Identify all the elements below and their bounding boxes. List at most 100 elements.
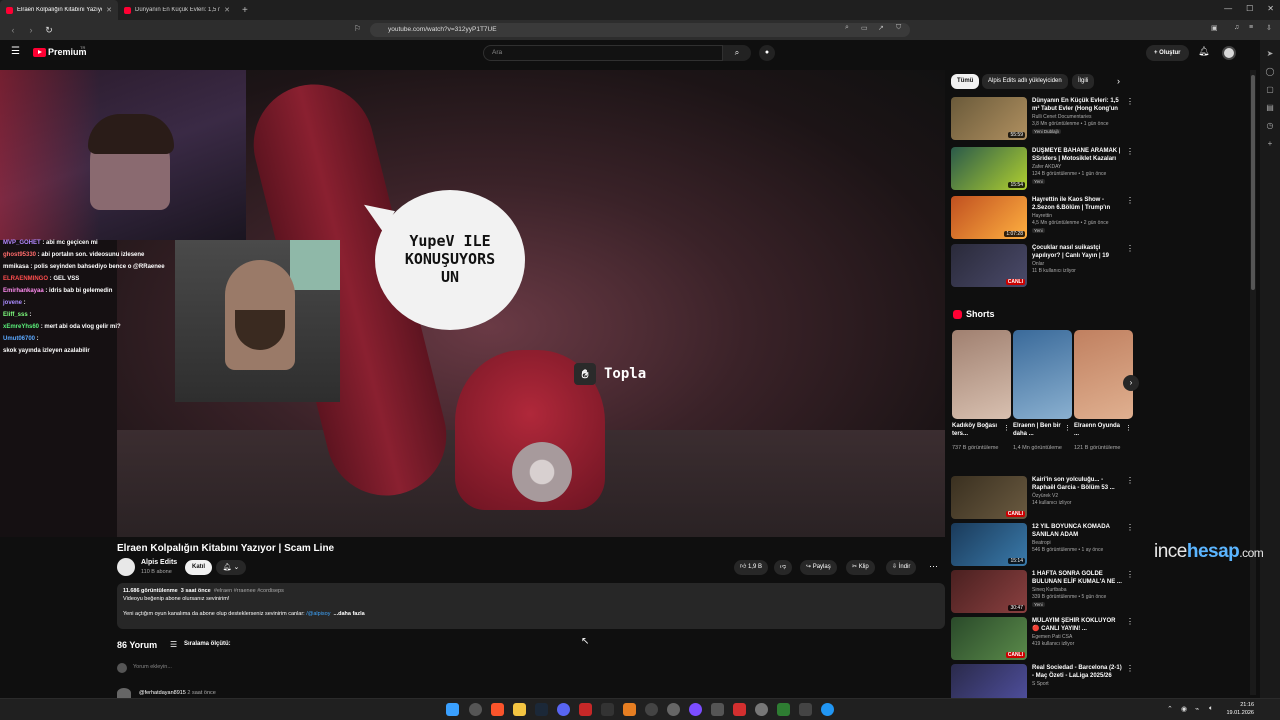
- more-options-icon[interactable]: ⋮: [1126, 664, 1134, 673]
- video-title[interactable]: Kairi'in son yolculuğu... - Raphaël Garc…: [1032, 476, 1122, 492]
- sort-icon[interactable]: ☰: [170, 640, 177, 649]
- more-options-icon[interactable]: ⋮: [1126, 244, 1134, 253]
- search-button[interactable]: ⌕: [723, 45, 751, 61]
- brave-browser-icon[interactable]: [491, 703, 504, 716]
- channel-name[interactable]: Alpis Edits: [141, 559, 177, 566]
- app-icon[interactable]: [821, 703, 834, 716]
- recommended-video[interactable]: 1:07:28 Hayrettin ile Kaos Show - 2.Sezon…: [951, 196, 1137, 240]
- new-tab-button[interactable]: +: [242, 5, 248, 16]
- bookmark-icon[interactable]: ⚐: [354, 24, 361, 33]
- close-tab-icon[interactable]: ✕: [224, 6, 230, 14]
- sidebar-wallet-icon[interactable]: ▢: [1260, 85, 1280, 94]
- more-options-icon[interactable]: ⋮: [1126, 147, 1134, 156]
- comment-author[interactable]: @ferhatdayan8915 2 saat önce: [139, 690, 216, 696]
- taskbar-search-icon[interactable]: [469, 703, 482, 716]
- notifications-bell-icon[interactable]: 🔔︎: [1198, 46, 1209, 57]
- sidebar-chat-icon[interactable]: ◯: [1260, 67, 1280, 76]
- video-title[interactable]: Real Sociedad - Barcelona (2-1) - Maç Öz…: [1032, 664, 1122, 680]
- short-title[interactable]: Kadıköy Boğası ters...: [952, 422, 1002, 438]
- video-title[interactable]: Hayrettin ile Kaos Show - 2.Sezon 6.Bölü…: [1032, 196, 1122, 212]
- more-options-icon[interactable]: ⋮: [1125, 424, 1132, 432]
- shorts-next-icon[interactable]: ›: [1123, 375, 1139, 391]
- zoom-icon[interactable]: ⌕: [845, 24, 849, 32]
- settings-icon[interactable]: [755, 703, 768, 716]
- account-avatar[interactable]: [1222, 46, 1236, 60]
- video-player[interactable]: YupeV ILEKONUŞUYORSUN ✋︎ Topla alpisedit…: [0, 70, 945, 537]
- shield-icon[interactable]: ⛉: [896, 24, 901, 32]
- file-explorer-icon[interactable]: [513, 703, 526, 716]
- video-thumbnail[interactable]: 15:54: [951, 147, 1027, 190]
- recommended-video[interactable]: 15:54 DÜŞMEYE BAHANE ARAMAK | SSriders | …: [951, 147, 1137, 191]
- share-icon[interactable]: ↗: [878, 24, 884, 32]
- back-icon[interactable]: ‹: [8, 25, 18, 35]
- filter-chip[interactable]: Tümü: [951, 74, 980, 89]
- download-button[interactable]: ⇩ İndir: [886, 560, 917, 575]
- video-thumbnail[interactable]: 55:59: [951, 97, 1027, 140]
- description-box[interactable]: 11.686 görüntülenme 3 saat önce #elraen …: [117, 583, 945, 629]
- comment-avatar[interactable]: [117, 688, 131, 698]
- browser-tab-active[interactable]: Elraen Kolpalığın Kitabını Yazıyor ✕: [0, 0, 118, 20]
- screenshot-icon[interactable]: ▭: [861, 24, 868, 32]
- chips-next-icon[interactable]: ›: [1117, 76, 1120, 86]
- more-options-icon[interactable]: ⋮: [1126, 617, 1134, 626]
- channel-name[interactable]: Rulli Cenet Documentaries: [1032, 114, 1091, 120]
- url-field[interactable]: youtube.com/watch?v=312yyP1T7UE: [370, 23, 910, 37]
- more-options-icon[interactable]: ⋮: [1126, 570, 1134, 579]
- download-icon[interactable]: ⇩: [1266, 24, 1272, 32]
- clip-button[interactable]: ✂ Klip: [846, 560, 875, 575]
- recommended-video[interactable]: CANLI MÜLAYİM ŞEHİR KOKLUYOR 🔴 CANLI YAYI…: [951, 617, 1137, 661]
- filter-chip[interactable]: Alpis Edits adlı yükleyiciden: [982, 74, 1068, 89]
- channel-name[interactable]: Sineq Kurtbaba: [1032, 587, 1066, 593]
- app-icon[interactable]: [799, 703, 812, 716]
- sidebar-history-icon[interactable]: ◷: [1260, 121, 1280, 130]
- forward-icon[interactable]: ›: [26, 25, 36, 35]
- short-thumbnail[interactable]: [1013, 330, 1072, 419]
- maximize-icon[interactable]: ☐: [1246, 4, 1253, 13]
- channel-name[interactable]: Zafer AKDAY: [1032, 164, 1061, 170]
- video-title[interactable]: DÜŞMEYE BAHANE ARAMAK | SSriders | Motos…: [1032, 147, 1122, 163]
- video-title[interactable]: Çocuklar nasıl suikastçi yapılıyor? | Ca…: [1032, 244, 1122, 260]
- steam-icon[interactable]: [535, 703, 548, 716]
- show-more-link[interactable]: ...daha fazla: [334, 611, 365, 617]
- app-icon[interactable]: [667, 703, 680, 716]
- hashtags[interactable]: #elraen #rraenee #cordiseps: [214, 588, 284, 594]
- video-title[interactable]: Dünyanın En Küçük Evleri: 1,5 m² Tabut E…: [1032, 97, 1122, 113]
- app-icon[interactable]: [711, 703, 724, 716]
- short-thumbnail[interactable]: [952, 330, 1011, 419]
- channel-name[interactable]: Özyürek V2: [1032, 493, 1058, 499]
- more-options-icon[interactable]: ⋮: [1126, 97, 1134, 106]
- channel-name[interactable]: Egemen Pati CSA: [1032, 634, 1072, 640]
- voice-search-button[interactable]: ●: [759, 45, 775, 61]
- hamburger-menu-icon[interactable]: ☰: [11, 46, 20, 57]
- scrollbar-thumb[interactable]: [1251, 75, 1255, 290]
- recommended-video[interactable]: CANLI Çocuklar nasıl suikastçi yapılıyor?…: [951, 244, 1137, 288]
- video-thumbnail[interactable]: 1:07:28: [951, 196, 1027, 239]
- tray-app-icon[interactable]: ◉: [1181, 705, 1187, 713]
- search-input[interactable]: Ara: [483, 45, 723, 61]
- video-thumbnail[interactable]: 30:47: [951, 570, 1027, 613]
- sort-button[interactable]: Sıralama ölçütü:: [184, 641, 231, 647]
- video-thumbnail[interactable]: 15:14: [951, 523, 1027, 566]
- filter-chip[interactable]: İlgili: [1072, 74, 1095, 89]
- network-icon[interactable]: ⌁: [1195, 705, 1199, 713]
- close-window-icon[interactable]: ✕: [1267, 4, 1274, 13]
- system-clock[interactable]: 21:16 19.01.2026: [1224, 701, 1254, 717]
- app-icon[interactable]: [733, 703, 746, 716]
- share-button[interactable]: ↪ Paylaş: [800, 560, 837, 575]
- app-icon[interactable]: [601, 703, 614, 716]
- create-button[interactable]: + Oluştur: [1146, 45, 1189, 61]
- join-button[interactable]: Katıl: [185, 560, 212, 575]
- recommended-video[interactable]: 15:14 12 YIL BOYUNCA KOMADA SANILAN ADAM B…: [951, 523, 1137, 567]
- extension-icon[interactable]: ▣: [1211, 24, 1218, 32]
- excel-icon[interactable]: [777, 703, 790, 716]
- channel-link[interactable]: /@alpisoy: [306, 611, 330, 617]
- short-title[interactable]: Elraenn Oyunda ...: [1074, 422, 1124, 438]
- like-button[interactable]: 👍︎ 1,9 B: [734, 560, 768, 575]
- browser-tab[interactable]: Dünyanın En Küçük Evleri: 1,5 m² Tab ✕: [118, 0, 236, 20]
- more-actions-icon[interactable]: ⋯: [929, 561, 938, 572]
- more-options-icon[interactable]: ⋮: [1064, 424, 1071, 432]
- recommended-video[interactable]: 30:47 1 HAFTA SONRA GÖLDE BULUNAN ELİF KU…: [951, 570, 1137, 614]
- minimize-icon[interactable]: —: [1224, 4, 1232, 13]
- close-tab-icon[interactable]: ✕: [106, 6, 112, 14]
- video-thumbnail[interactable]: CANLI: [951, 617, 1027, 660]
